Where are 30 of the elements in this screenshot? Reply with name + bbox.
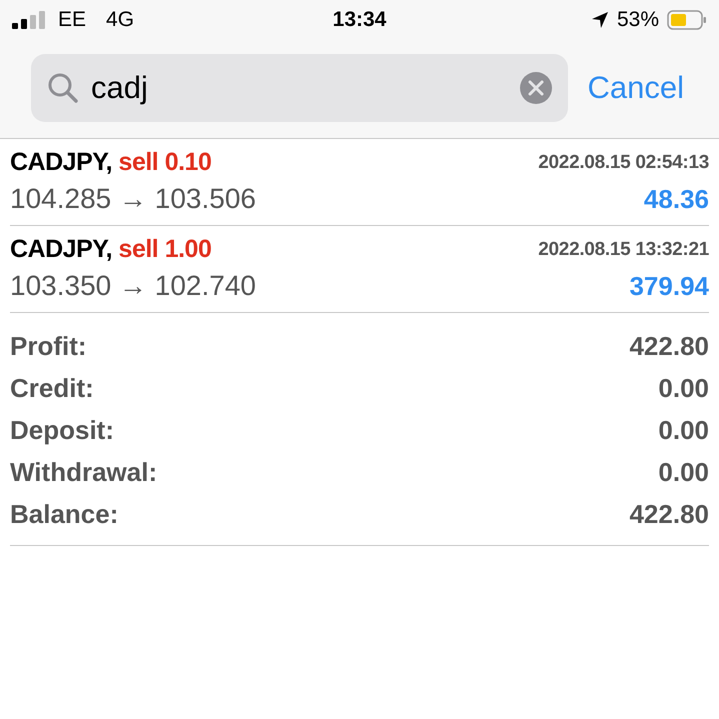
summary-label: Withdrawal: xyxy=(10,456,158,488)
deal-prices: 104.285 → 103.506 xyxy=(10,182,256,216)
search-field[interactable]: cadj xyxy=(31,54,568,122)
clear-icon[interactable] xyxy=(520,72,552,104)
summary-label: Balance: xyxy=(10,498,118,530)
deal-prices: 103.350 → 102.740 xyxy=(10,269,256,303)
signal-icon xyxy=(12,11,46,29)
carrier-name: EE xyxy=(58,7,86,34)
deal-symbol: CADJPY, xyxy=(10,148,112,176)
location-arrow-icon xyxy=(590,11,609,29)
deal-type: sell 0.10 xyxy=(118,148,212,176)
summary-value: 422.80 xyxy=(629,498,709,530)
deal-symbol: CADJPY, xyxy=(10,235,112,264)
deal-time: 2022.08.15 02:54:13 xyxy=(538,150,709,175)
summary-value: 422.80 xyxy=(629,330,709,362)
deal-profit: 379.94 xyxy=(629,270,709,302)
summary-value: 0.00 xyxy=(658,456,709,488)
clock: 13:34 xyxy=(332,8,386,32)
summary-label: Credit: xyxy=(10,372,94,404)
battery-icon xyxy=(667,10,707,30)
summary-value: 0.00 xyxy=(658,372,709,404)
network-type: 4G xyxy=(106,7,134,34)
battery-percentage: 53% xyxy=(616,7,659,34)
summary-label: Deposit: xyxy=(10,414,114,446)
deal-time: 2022.08.15 13:32:21 xyxy=(538,238,709,262)
search-icon xyxy=(47,72,79,104)
deal-profit: 48.36 xyxy=(644,182,709,216)
summary-value: 0.00 xyxy=(658,414,709,446)
deal-type: sell 1.00 xyxy=(118,235,212,264)
summary-label: Profit: xyxy=(10,330,87,362)
